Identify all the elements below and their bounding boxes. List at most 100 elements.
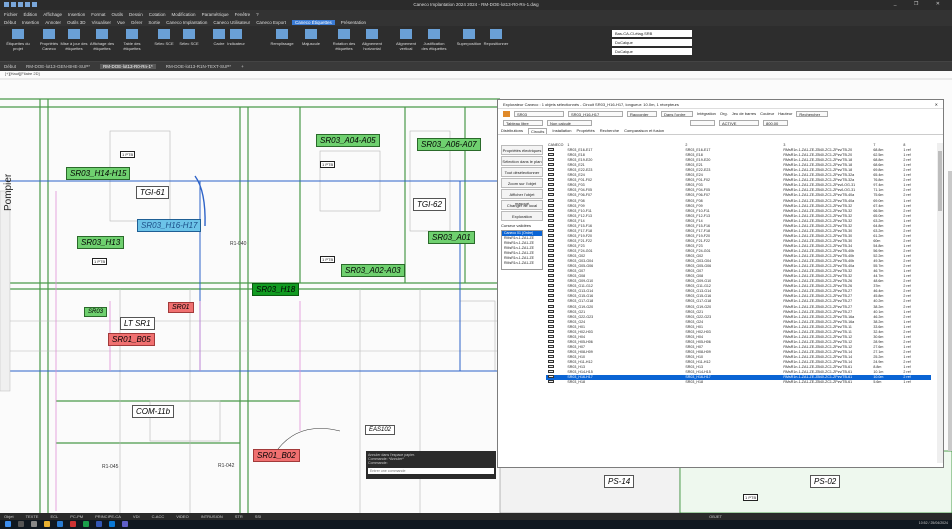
status-item[interactable]: VIDEO (176, 514, 188, 519)
side-button[interactable]: Tout désélectionner (501, 167, 543, 177)
table-cell[interactable]: SR03_H18 (565, 380, 683, 385)
autocad-icon[interactable] (70, 521, 76, 527)
ribbon-tab[interactable]: Annoter (45, 20, 61, 25)
tag-ps-14[interactable]: PS-14 (604, 475, 635, 488)
menu-item[interactable]: Modification (172, 12, 196, 17)
distribution-select[interactable]: SR03 (514, 110, 564, 117)
menu-item[interactable]: Format (91, 12, 105, 17)
doc-tab-start[interactable]: Début (4, 64, 16, 69)
menu-item[interactable]: Fenêtre (235, 12, 251, 17)
menu-item[interactable]: Insertion (68, 12, 85, 17)
tag-sr03-a04-a05[interactable]: SR03_A04-A05 (316, 134, 380, 147)
viewport-label[interactable]: [+][Haut][Filaire 2D] (5, 71, 40, 76)
ribbon-tab[interactable]: Gérer (131, 20, 143, 25)
ribbon-tab[interactable]: Début (4, 20, 16, 25)
ribbon-button[interactable]: Justification des étiquettes (420, 29, 448, 51)
search-icon[interactable] (18, 521, 24, 527)
dialog-tab[interactable]: Recherche (600, 128, 619, 133)
tag-sr03-h18[interactable]: SR03_H18 (252, 283, 300, 296)
add-tab-button[interactable]: + (241, 64, 244, 69)
tag-sr03-h14-h15[interactable]: SR03_H14-H15 (66, 167, 131, 180)
tag-sr03-h13[interactable]: SR03_H13 (77, 236, 125, 249)
menu-item[interactable]: ? (256, 12, 259, 17)
ribbon-button[interactable]: Table des étiquettes (118, 29, 146, 51)
ribbon-button[interactable]: Sélec SCE (150, 29, 178, 46)
excel-icon[interactable] (83, 521, 89, 527)
status-item[interactable]: PC-PM (70, 514, 83, 519)
list-item[interactable]: RMsR1n-1-ZA1-ZE (502, 261, 542, 266)
color-dropdown[interactable]: DuCalque (612, 39, 692, 46)
ribbon-button[interactable]: Sélec SCE (175, 29, 203, 46)
tag-ps-02[interactable]: PS-02 (810, 475, 841, 488)
tag-sr03-a02-a03[interactable]: SR03_A02-A03 (341, 264, 405, 277)
windows-start-icon[interactable] (5, 521, 11, 527)
status-item[interactable]: Objet (4, 514, 14, 519)
tag-tgi-62[interactable]: TGI-62 (413, 198, 446, 211)
status-item[interactable]: C-ACC (152, 514, 165, 519)
edge-icon[interactable] (57, 521, 63, 527)
task-view-icon[interactable] (31, 521, 37, 527)
dialog-close-button[interactable]: ✕ (935, 102, 938, 107)
status-item[interactable]: INTRUSION (201, 514, 223, 519)
doc-tab[interactable]: RM-DOE-lot13-R1N-TEXT-SUP* (166, 64, 231, 69)
menu-item[interactable]: Cotation (149, 12, 166, 17)
status-item[interactable]: VDI (133, 514, 140, 519)
outlook-icon[interactable] (109, 521, 115, 527)
connect-button[interactable]: Raccorder (627, 110, 657, 117)
word-icon[interactable] (96, 521, 102, 527)
ribbon-button[interactable]: Affichage des étiquettes (88, 29, 116, 51)
status-right[interactable]: OBJET (709, 514, 722, 519)
ribbon-button[interactable]: Étiquettes du projet (4, 29, 32, 51)
dialog-tab[interactable]: Propriétés (576, 128, 594, 133)
ribbon-button[interactable]: Repositionner (482, 29, 510, 46)
ribbon-tab[interactable]: Caneco Implantation (166, 20, 207, 25)
order-select[interactable]: Dans l'ordre (661, 110, 693, 117)
dialog-tab[interactable]: Distributions (501, 128, 523, 133)
menu-item[interactable]: Outils (112, 12, 124, 17)
table-scrollbar[interactable] (937, 143, 943, 463)
search-button[interactable]: Rechercher (796, 110, 829, 117)
ribbon-tab[interactable]: Caneco Utilisateur (213, 20, 250, 25)
tag-sr01-b02[interactable]: SR01_B02 (253, 449, 300, 462)
table-cell[interactable]: RMsR1n-1-ZA1-ZE-ZB40-ZC1-ZPzv/TB-61 (781, 380, 871, 385)
table-cell[interactable]: 5.6m (871, 380, 901, 385)
status-item[interactable]: STR (235, 514, 243, 519)
ribbon-tab[interactable]: Sortie (148, 20, 160, 25)
ribbon-tab[interactable]: Insertion (22, 20, 39, 25)
ribbon-button[interactable]: Remplissage (268, 29, 296, 46)
side-button[interactable]: Propriétés électriques (501, 145, 543, 155)
side-button[interactable]: Exploration (501, 211, 543, 221)
menu-item[interactable]: Affichage (43, 12, 62, 17)
tag-sr03-h16-h17-selected[interactable]: SR03_H16-H17 (137, 219, 202, 232)
dialog-tab[interactable]: Installation (552, 128, 571, 133)
color-field[interactable]: ACTIVE (719, 119, 759, 126)
status-item[interactable]: ECL (50, 514, 58, 519)
dialog-tab[interactable]: Circuits (528, 127, 548, 134)
tag-sr01-b05[interactable]: SR01_B05 (108, 333, 155, 346)
tag-tgi-61[interactable]: TGI-61 (136, 186, 169, 199)
doc-tab[interactable]: RM-DOE-lot13-GEN-BHE-SUP* (26, 64, 90, 69)
linetype-dropdown[interactable]: DuCalque (612, 48, 692, 55)
ribbon-button[interactable]: Alignement vertical (392, 29, 420, 51)
integration-field[interactable] (690, 119, 715, 126)
ribbon-button[interactable]: Rotation des étiquettes (330, 29, 358, 51)
command-line[interactable]: Annuler dans l'espace papier. Commande: … (366, 451, 496, 479)
free-table-button[interactable]: Tableau libre (503, 119, 543, 126)
ribbon-tab[interactable]: Vue (117, 20, 125, 25)
tag-sr03-a01[interactable]: SR03_A01 (428, 231, 475, 244)
menu-item[interactable]: Dessin (129, 12, 143, 17)
scrollbar-thumb[interactable] (938, 151, 942, 211)
circuit-select[interactable]: SR03_H16-H17 (568, 110, 623, 117)
doc-tab-active[interactable]: RM-DOE-lot13-R0-Rn-1* (100, 64, 156, 69)
side-button[interactable]: Zoom sur l'objet (501, 178, 543, 188)
menu-item[interactable]: Fichier (4, 12, 18, 17)
ribbon-tab[interactable]: Visualiser (92, 20, 111, 25)
ribbon-button[interactable]: Alignement horizontal (358, 29, 386, 51)
tag-sr03-a06-a07[interactable]: SR03_A06-A07 (417, 138, 481, 151)
side-button[interactable]: Afficher l'objet masqué (501, 189, 543, 206)
ribbon-tab[interactable]: Caneco Étiquettes (291, 19, 335, 25)
dialog-tab[interactable]: Comparaison et fusion (624, 128, 664, 133)
tag-sr01[interactable]: SR01 (168, 302, 194, 313)
height-field[interactable]: 800.00 (763, 119, 788, 126)
tag-eas102[interactable]: EAS102 (365, 425, 396, 435)
